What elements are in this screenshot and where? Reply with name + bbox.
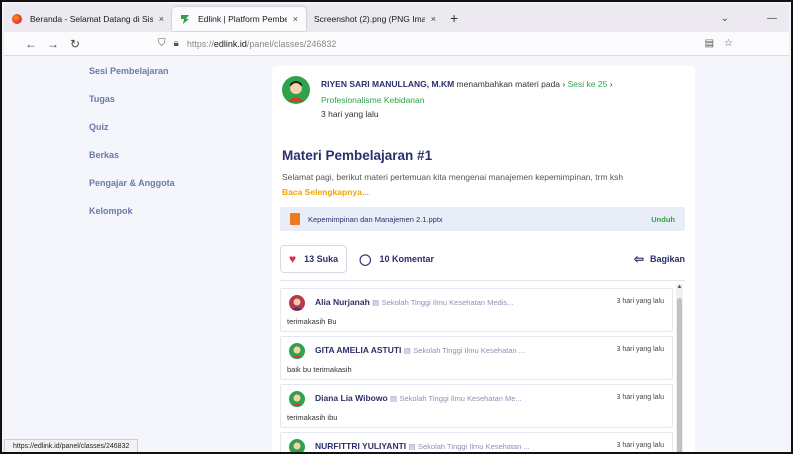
- user-avatar: [289, 343, 305, 359]
- scroll-up-icon[interactable]: ▲: [676, 284, 683, 290]
- url-bar[interactable]: ⛉ 🔒︎ https:// edlink.id /panel/classes/2…: [158, 38, 336, 49]
- share-icon: ⇦: [633, 252, 644, 266]
- post-card: RIYEN SARI MANULLANG, M.KM menambahkan m…: [272, 66, 695, 454]
- sidebar-item-kelompok[interactable]: Kelompok: [89, 206, 133, 216]
- comment-text: terimakasih Bu: [287, 317, 337, 326]
- download-link[interactable]: Unduh: [651, 215, 675, 224]
- browser-window: Beranda - Selamat Datang di Sistem × Edl…: [0, 0, 793, 454]
- post-body: Selamat pagi, berikut materi pertemuan k…: [282, 172, 624, 182]
- tab-screenshot[interactable]: Screenshot (2).png (PNG Image, 13( ×: [306, 7, 444, 31]
- post-action: menambahkan materi pada: [456, 79, 561, 89]
- comment-item: NURFITTRI YULIYANTI ▤ Sekolah Tinggi Ilm…: [280, 432, 673, 454]
- share-button[interactable]: ⇦ Bagikan: [634, 252, 685, 266]
- chevron-right-icon: ›: [609, 79, 613, 89]
- comment-school: Sekolah Tinggi Ilmu Kesehatan ...: [418, 442, 530, 451]
- post-header: RIYEN SARI MANULLANG, M.KM menambahkan m…: [321, 76, 691, 108]
- bookmark-star-icon[interactable]: ☆: [724, 38, 733, 49]
- minimize-icon[interactable]: —: [767, 13, 777, 24]
- comment-time: 3 hari yang lalu: [616, 346, 664, 353]
- share-label: Bagikan: [649, 254, 685, 264]
- comment-scrollbar[interactable]: ▲: [676, 284, 683, 454]
- attachment-row[interactable]: Kepemimpinan dan Manajemen 2.1.pptx Undu…: [280, 207, 685, 231]
- comment-school: Sekolah Tinggi Ilmu Kesehatan Me...: [399, 394, 522, 403]
- navigation-bar: ← → ↻ ⛉ 🔒︎ https:// edlink.id /panel/cla…: [4, 32, 789, 56]
- comment-item: Diana Lia Wibowo ▤ Sekolah Tinggi Ilmu K…: [280, 384, 673, 428]
- comment-author[interactable]: Alia Nurjanah ▤ Sekolah Tinggi Ilmu Kese…: [315, 297, 513, 307]
- like-count-label: 13 Suka: [304, 254, 339, 264]
- tab-bar: Beranda - Selamat Datang di Sistem × Edl…: [4, 4, 789, 32]
- scroll-thumb[interactable]: [677, 298, 682, 454]
- post-timestamp: 3 hari yang lalu: [321, 109, 379, 119]
- tab-edlink[interactable]: Edlink | Platform Pembelajaran ×: [172, 7, 306, 31]
- sidebar-item-pengajar-anggota[interactable]: Pengajar & Anggota: [89, 178, 175, 188]
- sidebar-item-quiz[interactable]: Quiz: [89, 122, 109, 132]
- url-host: edlink.id: [213, 38, 247, 49]
- list-tabs-icon[interactable]: ⌄: [721, 13, 729, 24]
- comment-time: 3 hari yang lalu: [616, 442, 664, 449]
- close-tab-icon[interactable]: ×: [159, 14, 164, 24]
- reload-icon[interactable]: ↻: [64, 37, 86, 51]
- comment-time: 3 hari yang lalu: [616, 394, 664, 401]
- tab-title: Beranda - Selamat Datang di Sistem: [30, 14, 153, 24]
- comment-text: baik bu terimakasih: [287, 365, 352, 374]
- firefox-icon: [12, 14, 22, 24]
- tab-beranda[interactable]: Beranda - Selamat Datang di Sistem ×: [4, 7, 172, 31]
- sidebar: Sesi Pembelajaran Tugas Quiz Berkas Peng…: [4, 56, 264, 454]
- post-title: Materi Pembelajaran #1: [282, 148, 433, 163]
- comment-count-label: 10 Komentar: [379, 254, 434, 264]
- user-avatar: [289, 295, 305, 311]
- shield-icon: ⛉: [158, 38, 166, 49]
- school-icon: ▤: [403, 346, 411, 355]
- edlink-icon: [180, 14, 190, 24]
- comment-list: Alia Nurjanah ▤ Sekolah Tinggi Ilmu Kese…: [280, 284, 675, 454]
- comment-author[interactable]: GITA AMELIA ASTUTI ▤ Sekolah Tinggi Ilmu…: [315, 345, 525, 355]
- forward-icon[interactable]: →: [42, 37, 64, 51]
- pptx-file-icon: [290, 213, 300, 225]
- session-link[interactable]: Sesi ke 25: [568, 79, 608, 89]
- like-button[interactable]: ♥ 13 Suka: [280, 245, 348, 273]
- school-icon: ▤: [372, 298, 380, 307]
- new-tab-button[interactable]: +: [450, 10, 458, 26]
- course-link[interactable]: Profesionalisme Kebidanan: [321, 95, 424, 105]
- chevron-right-icon: ›: [562, 79, 566, 89]
- reader-view-icon[interactable]: ▤: [705, 38, 714, 49]
- close-tab-icon[interactable]: ×: [293, 14, 298, 24]
- comment-school: Sekolah Tinggi Ilmu Kesehatan Medis...: [381, 298, 514, 307]
- comment-author[interactable]: Diana Lia Wibowo ▤ Sekolah Tinggi Ilmu K…: [315, 393, 522, 403]
- comment-time: 3 hari yang lalu: [616, 298, 664, 305]
- user-avatar: [289, 391, 305, 407]
- comment-button[interactable]: ◯ 10 Komentar: [359, 253, 434, 266]
- comment-text: terimakasih ibu: [287, 413, 338, 422]
- author-avatar: [282, 76, 310, 104]
- comment-author[interactable]: NURFITTRI YULIYANTI ▤ Sekolah Tinggi Ilm…: [315, 441, 530, 451]
- post-actions: ♥ 13 Suka ◯ 10 Komentar ⇦ Bagikan: [280, 244, 685, 274]
- comment-school: Sekolah Tinggi Ilmu Kesehatan ...: [413, 346, 526, 355]
- lock-icon: 🔒︎: [173, 38, 179, 49]
- page-content: Sesi Pembelajaran Tugas Quiz Berkas Peng…: [4, 56, 789, 454]
- url-scheme: https://: [186, 38, 214, 49]
- url-path: /panel/classes/246832: [246, 38, 337, 49]
- heart-icon: ♥: [289, 252, 297, 266]
- back-icon[interactable]: ←: [20, 37, 42, 51]
- attachment-filename: Kepemimpinan dan Manajemen 2.1.pptx: [308, 214, 443, 224]
- sidebar-item-sesi-pembelajaran[interactable]: Sesi Pembelajaran: [89, 66, 169, 76]
- sidebar-item-berkas[interactable]: Berkas: [89, 150, 119, 160]
- close-tab-icon[interactable]: ×: [431, 14, 436, 24]
- read-more-link[interactable]: Baca Selengkapnya...: [282, 187, 369, 197]
- status-bar: https://edlink.id/panel/classes/246832: [4, 439, 139, 453]
- divider: [280, 280, 685, 281]
- comment-icon: ◯: [359, 253, 372, 266]
- comment-item: GITA AMELIA ASTUTI ▤ Sekolah Tinggi Ilmu…: [280, 336, 673, 380]
- school-icon: ▤: [408, 442, 416, 451]
- tab-title: Screenshot (2).png (PNG Image, 13(: [314, 14, 425, 24]
- sidebar-item-tugas[interactable]: Tugas: [89, 94, 115, 104]
- school-icon: ▤: [390, 394, 398, 403]
- comment-item: Alia Nurjanah ▤ Sekolah Tinggi Ilmu Kese…: [280, 288, 673, 332]
- author-name[interactable]: RIYEN SARI MANULLANG, M.KM: [321, 79, 454, 89]
- tab-title: Edlink | Platform Pembelajaran: [198, 14, 287, 24]
